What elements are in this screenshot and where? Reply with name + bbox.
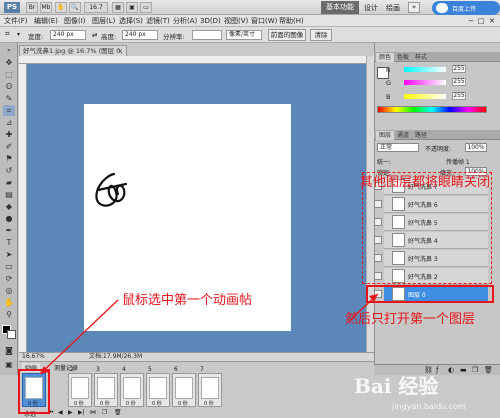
- annotation-select-frame: 鼠标选中第一个动画帖: [122, 293, 253, 308]
- annotation-open-first-layer: 然后只打开第一个图层: [345, 312, 476, 327]
- baidu-watermark: Bai 经验 jingyan.baidu.com: [354, 374, 466, 411]
- arrow-to-frame: [39, 299, 119, 375]
- annotation-arrows: [39, 293, 379, 375]
- annotation-hide-layers: 其他图层都将眼睛关闭: [360, 175, 491, 190]
